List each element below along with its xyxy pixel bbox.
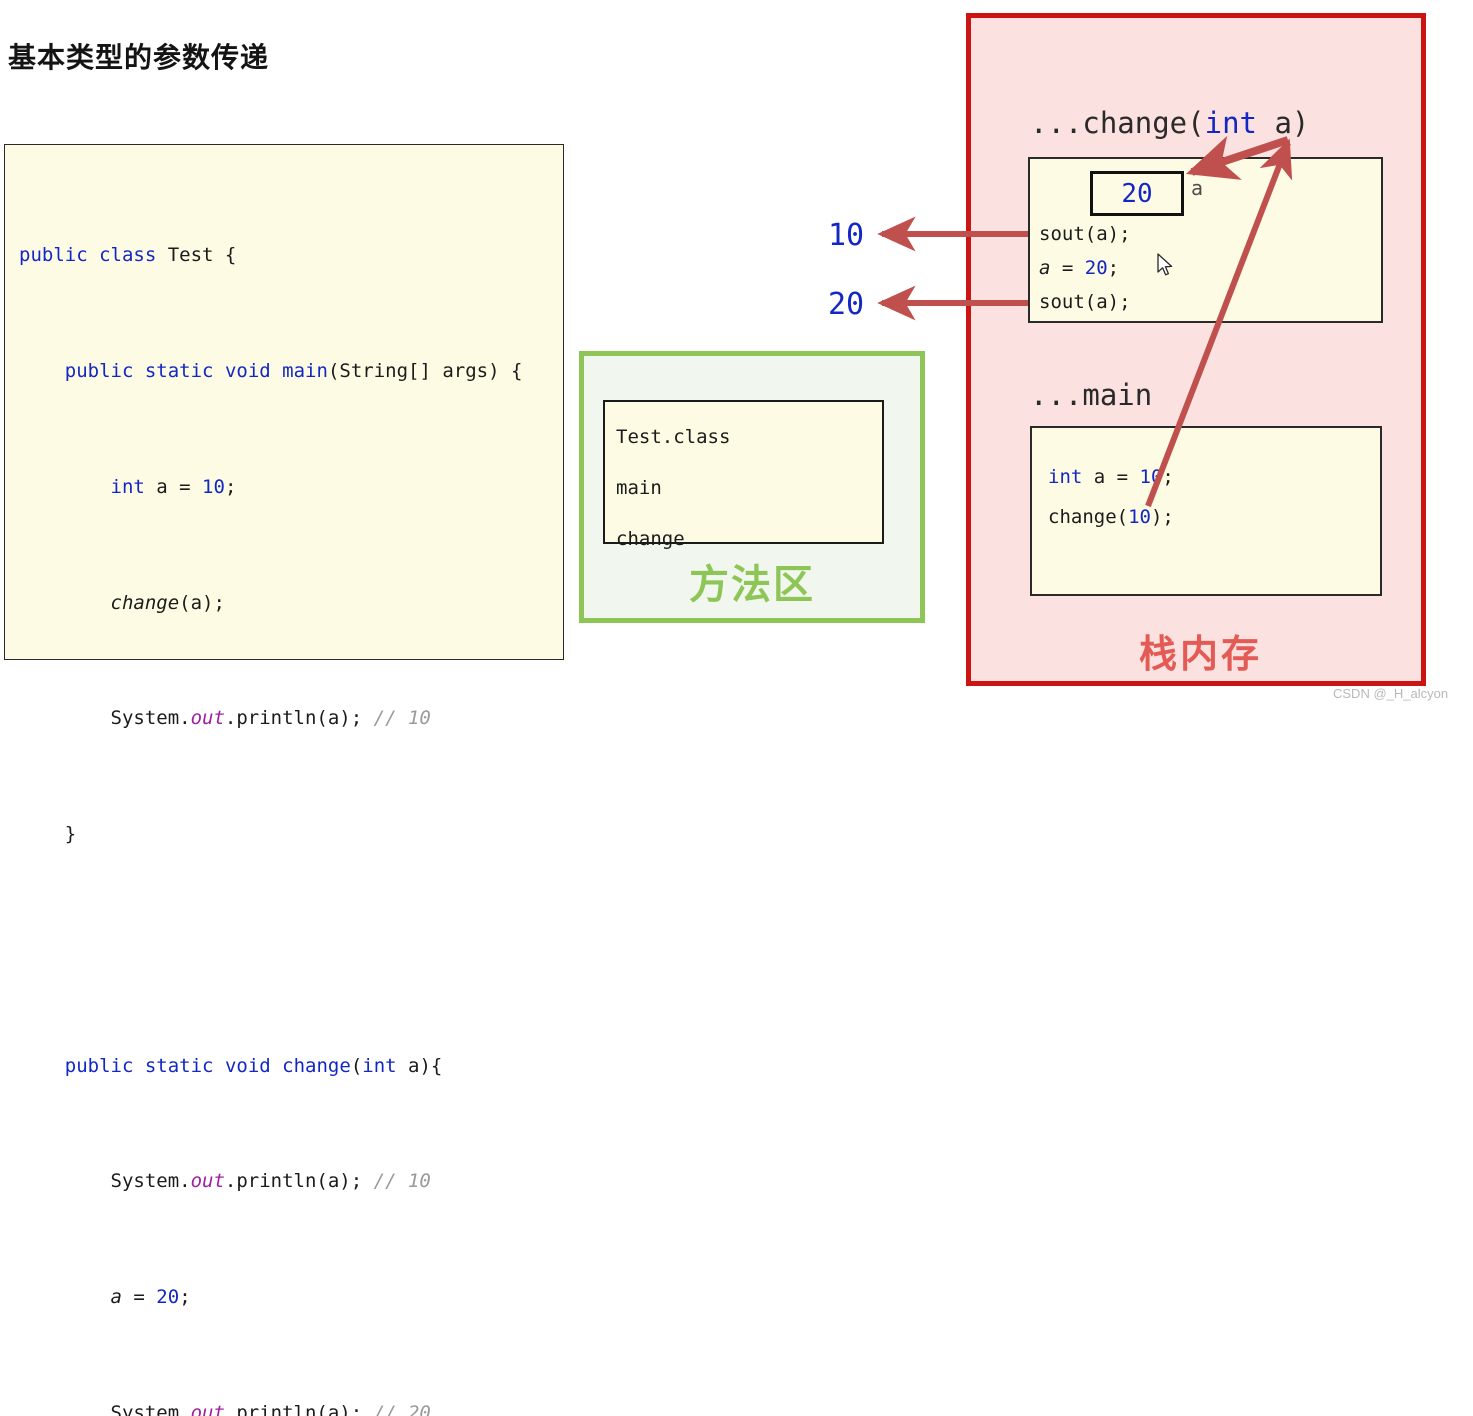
method-area-label: 方法区 xyxy=(689,562,815,608)
method-area-panel: Test.class main change 方法区 xyxy=(579,351,925,623)
code-line: public static void main(String[] args) { xyxy=(64,359,523,382)
code-line: change(a); xyxy=(110,591,225,614)
code-line: public static void change(int a){ xyxy=(64,1054,443,1077)
method-area-class-box: Test.class main change xyxy=(603,400,884,550)
code-line: } xyxy=(19,823,77,846)
code-line: int a = 10; xyxy=(110,475,237,498)
watermark-text: CSDN @_H_alcyon xyxy=(1333,686,1449,701)
change-variable-value-box: 20 xyxy=(1090,171,1184,216)
change-heading-type: int xyxy=(1204,106,1257,140)
output-value-10: 10 xyxy=(828,218,865,253)
main-frame-line-2: change(10); xyxy=(1048,506,1174,528)
mouse-cursor-icon xyxy=(1157,253,1173,276)
change-heading-prefix: ...change( xyxy=(1030,106,1205,140)
code-line: System.out.println(a); // 10 xyxy=(19,707,431,730)
method-area-entry-main: main xyxy=(616,477,662,499)
code-line: a = 20; xyxy=(110,1286,191,1309)
code-line: System.out.println(a); // 10 xyxy=(19,1170,431,1193)
method-area-entry-class: Test.class xyxy=(616,426,731,448)
stack-frame-main: int a = 10; change(10); xyxy=(1030,426,1382,596)
code-line: public class Test { xyxy=(19,244,237,267)
main-frame-line-1: int a = 10; xyxy=(1048,466,1174,488)
change-heading-param: a) xyxy=(1257,106,1310,140)
java-code-panel: public class Test { public static void m… xyxy=(4,144,564,1416)
stack-memory-label: 栈内存 xyxy=(1139,632,1263,676)
change-frame-line-2: a = 20; xyxy=(1039,257,1120,279)
page-title: 基本类型的参数传递 xyxy=(8,41,270,74)
change-frame-line-3: sout(a); xyxy=(1039,291,1131,313)
output-value-20: 20 xyxy=(828,287,865,322)
code-line: System.out.println(a); // 20 xyxy=(19,1402,431,1416)
change-frame-line-1: sout(a); xyxy=(1039,223,1131,245)
main-frame-heading: ...main xyxy=(1030,378,1153,412)
change-variable-name-label: a xyxy=(1191,176,1204,200)
change-frame-heading: ...change(int a) xyxy=(1030,106,1309,140)
stack-frame-change: 20 a sout(a); a = 20; sout(a); xyxy=(1028,157,1383,323)
